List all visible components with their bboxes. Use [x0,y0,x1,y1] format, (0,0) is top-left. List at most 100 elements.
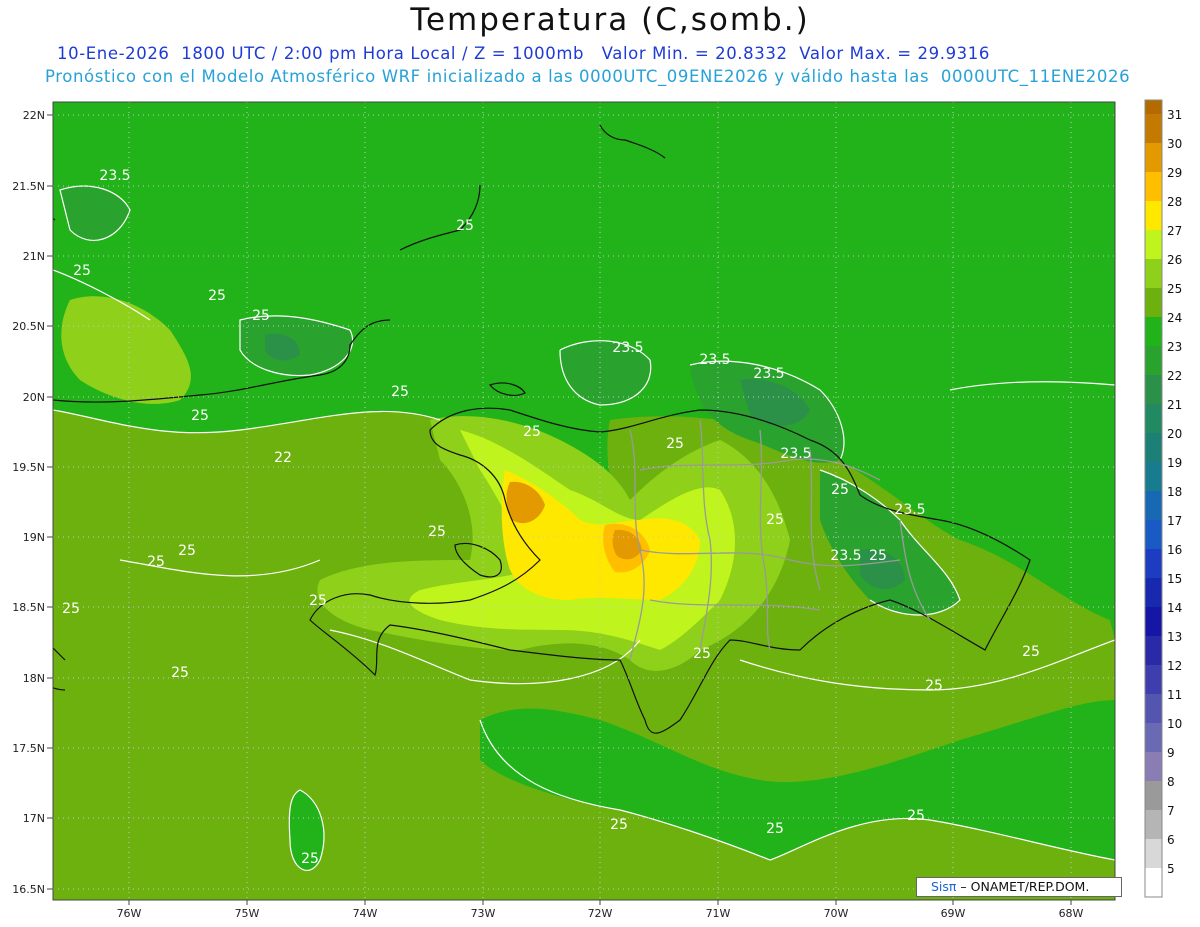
contour-value-label: 25 [907,808,925,824]
colorbar-cell [1145,723,1162,752]
colorbar-label: 24 [1167,311,1182,325]
contour-value-label: 25 [301,851,319,867]
colorbar-label: 31 [1167,108,1182,122]
colorbar-cell [1145,201,1162,230]
contour-value-label: 25 [391,384,409,400]
colorbar-label: 15 [1167,572,1182,586]
colorbar-label: 25 [1167,282,1182,296]
colorbar-cell [1145,375,1162,404]
contour-value-label: 25 [610,817,628,833]
lon-label: 69W [941,907,966,920]
lat-label: 20N [23,391,45,404]
contour-value-label: 23.5 [612,340,643,356]
contour-value-label: 25 [831,482,849,498]
colorbar-label: 6 [1167,833,1175,847]
lat-label: 16.5N [12,883,45,896]
colorbar-cell [1145,259,1162,288]
contour-value-label: 25 [178,543,196,559]
contour-value-label: 25 [208,288,226,304]
colorbar-top-cell [1145,100,1162,114]
colorbar-cell [1145,752,1162,781]
lon-label: 75W [235,907,260,920]
colorbar-cell [1145,607,1162,636]
colorbar-label: 18 [1167,485,1182,499]
lon-label: 70W [824,907,849,920]
contour-value-label: 25 [869,548,887,564]
colorbar-label: 17 [1167,514,1182,528]
colorbar-cell [1145,549,1162,578]
contour-value-label: 23.5 [830,548,861,564]
colorbar-cell [1145,636,1162,665]
colorbar-cell [1145,810,1162,839]
colorbar-cell [1145,781,1162,810]
lat-label: 21N [23,250,45,263]
contour-value-label: 22 [274,450,292,466]
contour-value-label: 23.5 [780,446,811,462]
contour-value-label: 23.5 [753,366,784,382]
contour-value-label: 25 [766,512,784,528]
lon-label: 73W [471,907,496,920]
lat-label: 19.5N [12,461,45,474]
colorbar-label: 23 [1167,340,1182,354]
lat-label: 18N [23,672,45,685]
latitude-axis: 22N 21.5N 21N 20.5N 20N 19.5N 19N 18.5N 18N 17.5N… [12,109,53,896]
contour-value-label: 23.5 [894,502,925,518]
lat-label: 17N [23,812,45,825]
colorbar-cell [1145,694,1162,723]
colorbar-label: 20 [1167,427,1182,441]
contour-value-label: 25 [456,218,474,234]
contour-value-label: 25 [666,436,684,452]
lat-label: 19N [23,531,45,544]
colorbar-label: 27 [1167,224,1182,238]
colorbar-cell [1145,230,1162,259]
colorbar-cell [1145,317,1162,346]
colorbar: 31 30 29 28 27 26 25 24 23 22 21 20 19 18 17 16 15 14 13 12… [1144,99,1182,898]
temperature-map: 23.5 25 25 25 23.5 25 25 25 23.5 23.5 22 25 25 23.5 25… [12,99,1182,920]
credit-box: Sisπ – ONAMET/REP.DOM. [916,877,1122,897]
contour-value-label: 25 [1022,644,1040,660]
colorbar-cell [1145,143,1162,172]
colorbar-label: 10 [1167,717,1182,731]
lat-label: 17.5N [12,742,45,755]
contour-value-label: 25 [428,524,446,540]
colorbar-cell [1145,433,1162,462]
colorbar-cell [1145,404,1162,433]
colorbar-label: 21 [1167,398,1182,412]
map-field: 23.5 25 25 25 23.5 25 25 25 23.5 23.5 22 25 25 23.5 25… [53,102,1115,900]
lon-label: 71W [706,907,731,920]
lat-label: 22N [23,109,45,122]
credit-brand: Sisπ [931,879,957,894]
colorbar-cell [1145,491,1162,520]
lon-label: 74W [353,907,378,920]
lat-label: 20.5N [12,320,45,333]
lon-label: 68W [1059,907,1084,920]
contour-value-label: 23.5 [99,168,130,184]
colorbar-cell [1145,462,1162,491]
contour-value-label: 25 [523,424,541,440]
contour-value-label: 25 [309,593,327,609]
colorbar-label: 12 [1167,659,1182,673]
colorbar-label: 30 [1167,137,1182,151]
colorbar-cell [1145,288,1162,317]
colorbar-label: 19 [1167,456,1182,470]
longitude-axis: 76W 75W 74W 73W 72W 71W 70W 69W 68W [117,900,1084,920]
colorbar-label: 7 [1167,804,1175,818]
colorbar-cell [1145,868,1162,897]
contour-value-label: 25 [925,678,943,694]
colorbar-label: 11 [1167,688,1182,702]
lat-label: 18.5N [12,601,45,614]
credit-org: – ONAMET/REP.DOM. [956,879,1090,894]
contour-value-label: 25 [252,308,270,324]
contour-value-label: 25 [191,408,209,424]
colorbar-label: 8 [1167,775,1175,789]
colorbar-label: 26 [1167,253,1182,267]
colorbar-cell [1145,578,1162,607]
lon-label: 72W [588,907,613,920]
contour-value-label: 25 [693,646,711,662]
colorbar-label: 14 [1167,601,1182,615]
colorbar-cell [1145,839,1162,868]
contour-value-label: 25 [147,554,165,570]
colorbar-cell [1145,346,1162,375]
colorbar-cell [1145,114,1162,143]
colorbar-label: 22 [1167,369,1182,383]
